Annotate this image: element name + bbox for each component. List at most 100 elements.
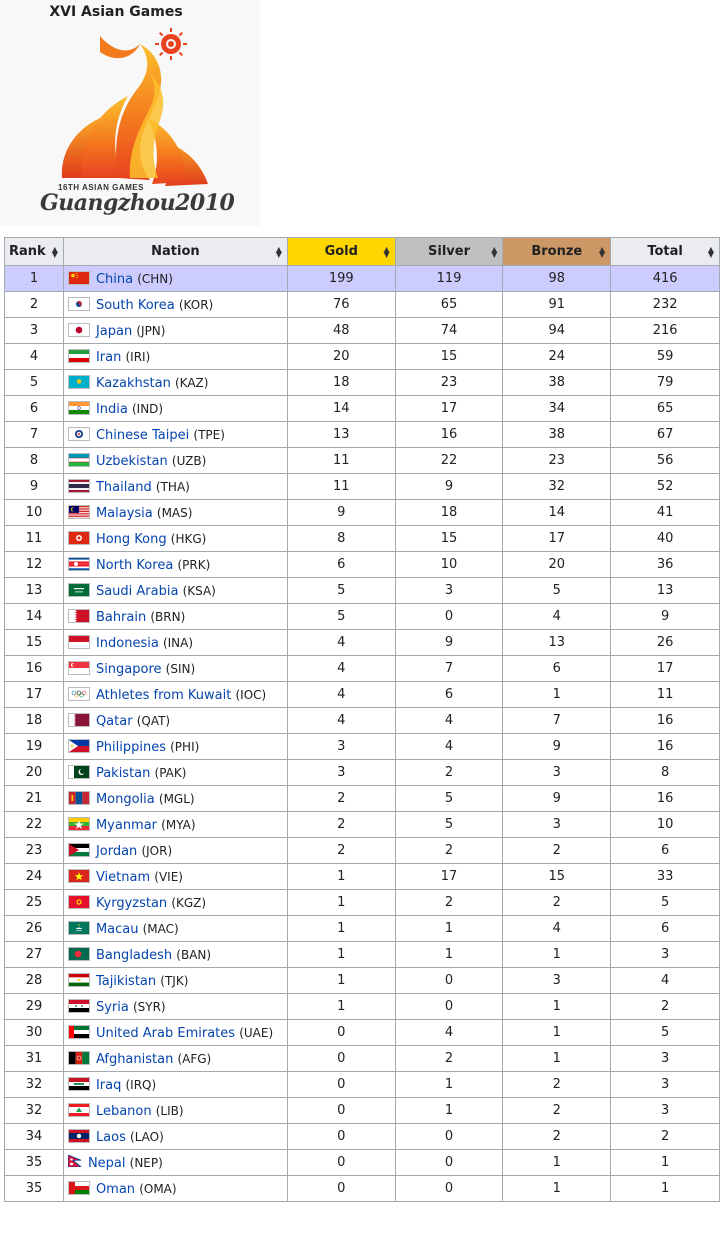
sort-icon[interactable]: ▲ ▼ <box>491 245 497 258</box>
nation-link[interactable]: Tajikistan <box>96 974 156 989</box>
nation-cell: Iraq (IRQ) <box>62 1071 288 1098</box>
bronze-cell: 38 <box>502 369 612 396</box>
silver-cell: 2 <box>394 837 504 864</box>
silver-header[interactable]: Silver ▲ ▼ <box>394 237 504 266</box>
nation-link[interactable]: Athletes from Kuwait <box>96 688 231 703</box>
silver-cell: 0 <box>394 1123 504 1150</box>
nation-link[interactable]: Hong Kong <box>96 532 167 547</box>
nation-link[interactable]: Qatar <box>96 714 133 729</box>
nation-link[interactable]: India <box>96 402 128 417</box>
nation-link[interactable]: Bahrain <box>96 610 146 625</box>
table-row: 25 Kyrgyzstan (KGZ) 1 2 2 5 <box>4 889 720 916</box>
nation-header[interactable]: Nation ▲ ▼ <box>62 237 288 266</box>
bronze-cell: 2 <box>502 1071 612 1098</box>
nation-link[interactable]: Uzbekistan <box>96 454 168 469</box>
laos-flag-icon <box>67 1128 90 1143</box>
nation-link[interactable]: Iraq <box>96 1078 121 1093</box>
total-cell: 33 <box>610 863 720 890</box>
bronze-header[interactable]: Bronze ▲ ▼ <box>502 237 612 266</box>
total-cell: 8 <box>610 759 720 786</box>
silver-cell: 2 <box>394 889 504 916</box>
sort-icon[interactable]: ▲ ▼ <box>276 245 282 258</box>
total-cell: 16 <box>610 785 720 812</box>
nation-code: (OMA) <box>139 1181 177 1196</box>
nation-link[interactable]: Laos <box>96 1130 126 1145</box>
bronze-header-label: Bronze <box>531 244 583 259</box>
nation-link[interactable]: Indonesia <box>96 636 159 651</box>
nation-code: (JOR) <box>141 843 173 858</box>
total-cell: 1 <box>610 1149 720 1176</box>
rank-header[interactable]: Rank ▲ ▼ <box>4 237 64 266</box>
total-header[interactable]: Total ▲ ▼ <box>610 237 720 266</box>
sort-icon[interactable]: ▲ ▼ <box>52 245 58 258</box>
uae-flag-icon <box>67 1024 90 1039</box>
bronze-cell: 15 <box>502 863 612 890</box>
gold-cell: 4 <box>286 655 396 682</box>
sort-icon[interactable]: ▲ ▼ <box>708 245 714 258</box>
nation-cell: Laos (LAO) <box>62 1123 288 1150</box>
bronze-cell: 1 <box>502 681 612 708</box>
nation-code: (TJK) <box>160 973 189 988</box>
silver-cell: 3 <box>394 577 504 604</box>
nation-link[interactable]: Saudi Arabia <box>96 584 179 599</box>
total-cell: 52 <box>610 473 720 500</box>
total-cell: 67 <box>610 421 720 448</box>
nation-link[interactable]: Singapore <box>96 662 162 677</box>
nation-link[interactable]: Mongolia <box>96 792 155 807</box>
nation-code: (HKG) <box>170 531 207 546</box>
rank-cell: 23 <box>4 837 64 864</box>
total-cell: 5 <box>610 889 720 916</box>
nation-link[interactable]: Vietnam <box>96 870 150 885</box>
nation-link[interactable]: Macau <box>96 922 139 937</box>
malaysia-flag-icon <box>67 504 90 519</box>
bronze-cell: 2 <box>502 837 612 864</box>
nation-link[interactable]: Lebanon <box>96 1104 152 1119</box>
table-row: 8 Uzbekistan (UZB) 11 22 23 56 <box>4 447 720 474</box>
nation-link[interactable]: Myanmar <box>96 818 157 833</box>
nation-link[interactable]: Bangladesh <box>96 948 172 963</box>
rank-cell: 5 <box>4 369 64 396</box>
nation-link[interactable]: Jordan <box>96 844 137 859</box>
nation-link[interactable]: South Korea <box>96 298 175 313</box>
vietnam-flag-icon <box>67 868 90 883</box>
rank-cell: 27 <box>4 941 64 968</box>
table-row: 15 Indonesia (INA) 4 9 13 26 <box>4 629 720 656</box>
nation-link[interactable]: Thailand <box>96 480 152 495</box>
nation-link[interactable]: United Arab Emirates <box>96 1026 235 1041</box>
nation-link[interactable]: Kazakhstan <box>96 376 171 391</box>
asian-games-logo: XVI Asian Games 16TH ASIAN GAMES Guangzh… <box>0 0 260 226</box>
nation-link[interactable]: Nepal <box>88 1156 126 1171</box>
nation-link[interactable]: Japan <box>96 324 132 339</box>
sort-icon[interactable]: ▲ ▼ <box>599 245 605 258</box>
saudi-arabia-flag-icon <box>67 582 90 597</box>
gold-header[interactable]: Gold ▲ ▼ <box>286 237 396 266</box>
nation-link[interactable]: Chinese Taipei <box>96 428 189 443</box>
nation-code: (QAT) <box>136 713 171 728</box>
nation-cell: Tajikistan (TJK) <box>62 967 288 994</box>
nation-link[interactable]: Syria <box>96 1000 129 1015</box>
nation-link[interactable]: Philippines <box>96 740 166 755</box>
nation-link[interactable]: Kyrgyzstan <box>96 896 167 911</box>
total-cell: 13 <box>610 577 720 604</box>
nation-link[interactable]: Pakistan <box>96 766 150 781</box>
gold-cell: 4 <box>286 681 396 708</box>
bronze-cell: 2 <box>502 889 612 916</box>
philippines-flag-icon <box>67 738 90 753</box>
nation-code: (INA) <box>162 635 194 650</box>
table-row: 1 China (CHN) 199 119 98 416 <box>4 265 720 292</box>
nation-link[interactable]: North Korea <box>96 558 173 573</box>
nation-link[interactable]: Oman <box>96 1182 135 1197</box>
nation-link[interactable]: Iran <box>96 350 121 365</box>
table-row: 4 Iran (IRI) 20 15 24 59 <box>4 343 720 370</box>
silver-cell: 1 <box>394 915 504 942</box>
total-cell: 5 <box>610 1019 720 1046</box>
gold-cell: 0 <box>286 1123 396 1150</box>
total-cell: 4 <box>610 967 720 994</box>
hong-kong-flag-icon <box>67 530 90 545</box>
mongolia-flag-icon <box>67 790 90 805</box>
indonesia-flag-icon <box>67 634 90 649</box>
nation-link[interactable]: Malaysia <box>96 506 153 521</box>
nation-link[interactable]: China <box>96 272 133 287</box>
sort-icon[interactable]: ▲ ▼ <box>383 245 389 258</box>
nation-link[interactable]: Afghanistan <box>96 1052 173 1067</box>
